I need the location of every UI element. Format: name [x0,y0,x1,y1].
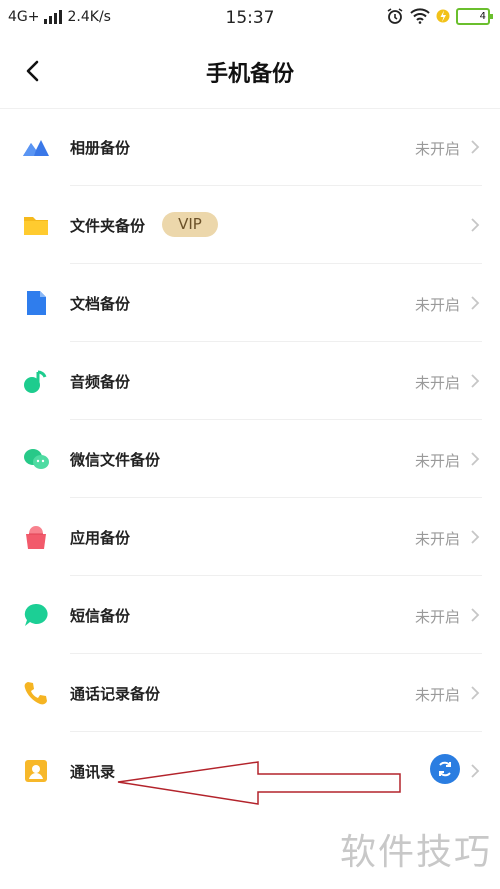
app-bag-icon [26,526,46,549]
app-header: 手机备份 [0,36,500,109]
status-bar: 4G+ 2.4K/s 15:37 4 [0,0,500,36]
chevron-right-icon [471,218,480,232]
backup-item-contacts[interactable]: 通讯录 [0,732,500,810]
backup-item-wechat[interactable]: 微信文件备份 未开启 [0,420,500,498]
backup-item-call-log[interactable]: 通话记录备份 未开启 [0,654,500,732]
sync-icon [439,761,451,777]
chevron-right-icon [471,140,480,154]
item-label: 通讯录 [70,763,116,781]
item-status: 未开启 [414,452,460,470]
item-label: 音频备份 [70,373,131,391]
chevron-right-icon [471,686,480,700]
wifi-icon [410,8,430,24]
item-label: 应用备份 [70,529,131,547]
alarm-icon [387,8,403,24]
item-status: 未开启 [414,530,460,548]
item-status: 未开启 [414,296,460,314]
page-title: 手机备份 [205,62,294,87]
contacts-icon [25,760,47,782]
backup-item-photos[interactable]: 相册备份 未开启 [0,108,500,186]
charging-icon [436,9,450,23]
music-note-icon [24,370,47,393]
item-label: 短信备份 [70,607,131,625]
backup-item-documents[interactable]: 文档备份 未开启 [0,264,500,342]
item-label: 文档备份 [70,295,131,313]
vip-badge: VIP [162,212,218,237]
chevron-right-icon [471,764,480,778]
backup-list: 相册备份 未开启 文件夹备份 VIP 文档备份 未开启 音频备份 未开启 微信文… [0,108,500,810]
item-label: 相册备份 [70,139,131,157]
chevron-right-icon [471,296,480,310]
item-label: 微信文件备份 [70,451,161,469]
folder-icon [24,217,48,235]
chevron-right-icon [471,608,480,622]
backup-item-folders[interactable]: 文件夹备份 VIP [0,186,500,264]
chevron-right-icon [471,374,480,388]
chevron-right-icon [471,530,480,544]
item-status: 未开启 [414,374,460,392]
document-icon [27,291,46,315]
wechat-icon [24,449,49,469]
backup-item-sms[interactable]: 短信备份 未开启 [0,576,500,654]
item-label: 通话记录备份 [70,685,161,703]
chevron-right-icon [471,452,480,466]
phone-icon [24,682,47,705]
sync-button[interactable] [430,754,460,784]
item-status: 未开启 [414,140,460,158]
battery-icon: 4 [456,7,493,25]
backup-item-apps[interactable]: 应用备份 未开启 [0,498,500,576]
watermark: 软件技巧 [339,832,492,873]
backup-item-audio[interactable]: 音频备份 未开启 [0,342,500,420]
item-status: 未开启 [414,608,460,626]
battery-level: 4 [479,10,486,22]
item-label: 文件夹备份 [70,217,146,235]
item-status: 未开启 [414,686,460,704]
sms-bubble-icon [24,603,48,626]
photo-mountain-icon [23,140,49,156]
status-bar-right: 4 [386,7,493,25]
